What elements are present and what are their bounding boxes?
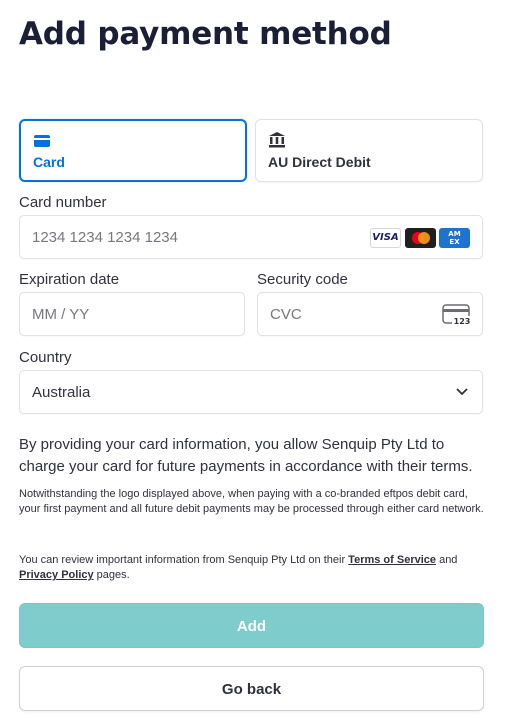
expiration-date-label: Expiration date: [19, 271, 120, 288]
bank-icon: [269, 132, 285, 148]
terms-of-service-link[interactable]: Terms of Service: [348, 554, 436, 566]
tab-au-direct-debit-label: AU Direct Debit: [268, 154, 371, 170]
tab-au-direct-debit[interactable]: AU Direct Debit: [255, 119, 483, 182]
country-label: Country: [19, 349, 72, 366]
review-notice: You can review important information fro…: [19, 553, 489, 583]
card-number-label: Card number: [19, 194, 107, 211]
review-suffix: pages.: [93, 569, 130, 581]
tab-card[interactable]: Card: [19, 119, 247, 182]
tab-card-label: Card: [33, 154, 65, 170]
card-number-placeholder: 1234 1234 1234 1234: [32, 229, 178, 246]
expiration-placeholder: MM / YY: [32, 306, 90, 323]
country-select[interactable]: Australia: [19, 370, 483, 414]
cvc-icon-text: 123: [454, 317, 471, 326]
go-back-button[interactable]: Go back: [19, 666, 484, 711]
visa-icon: VISA: [370, 228, 401, 248]
review-prefix: You can review important information fro…: [19, 554, 349, 566]
expiration-date-field[interactable]: MM / YY: [19, 292, 245, 336]
page-title: Add payment method: [19, 16, 392, 52]
review-and: and: [436, 554, 458, 566]
cvc-card-icon: 123: [442, 304, 472, 326]
amex-icon: AM EX: [439, 228, 470, 248]
card-icon: [34, 135, 50, 147]
security-code-label: Security code: [257, 271, 348, 288]
cvc-placeholder: CVC: [270, 306, 302, 323]
chevron-down-icon: [456, 388, 468, 396]
card-authorization-text: By providing your card information, you …: [19, 436, 473, 475]
security-code-field[interactable]: CVC 123: [257, 292, 483, 336]
privacy-policy-link[interactable]: Privacy Policy: [19, 569, 94, 581]
eftpos-notice: Notwithstanding the logo displayed above…: [19, 488, 484, 515]
mastercard-icon: [405, 228, 436, 248]
card-number-field[interactable]: 1234 1234 1234 1234 VISA AM EX: [19, 215, 483, 259]
country-value: Australia: [32, 384, 91, 401]
add-button[interactable]: Add: [19, 603, 484, 648]
